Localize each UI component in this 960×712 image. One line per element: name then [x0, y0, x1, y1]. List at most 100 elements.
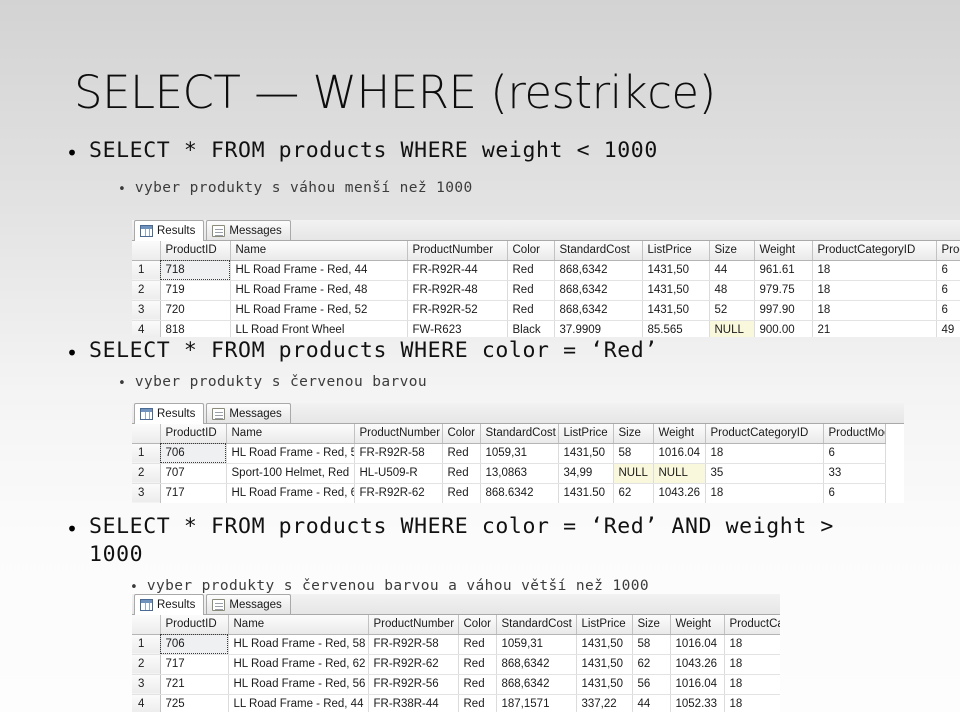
table-cell[interactable]: 900.00: [754, 320, 813, 337]
table-cell[interactable]: Red: [442, 463, 481, 484]
column-header[interactable]: Size: [709, 241, 755, 261]
column-header[interactable]: ProductID: [160, 615, 229, 635]
table-cell[interactable]: 1431,50: [558, 443, 614, 464]
table-cell[interactable]: 868,6342: [496, 654, 577, 675]
table-cell[interactable]: Red: [458, 694, 497, 712]
row-number[interactable]: 4: [132, 320, 161, 337]
table-cell[interactable]: 706: [160, 634, 229, 655]
table-cell[interactable]: 1431,50: [642, 280, 710, 301]
tab-messages[interactable]: Messages: [206, 403, 291, 423]
table-cell[interactable]: FR-R92R-62: [368, 654, 459, 675]
results-tabs-2[interactable]: Results Messages: [132, 403, 904, 424]
table-body[interactable]: 1 706 HL Road Frame - Red, 58 FR-R92R-58 Red…: [132, 443, 886, 503]
table-cell[interactable]: 6: [936, 280, 960, 301]
table-cell[interactable]: Red: [442, 443, 481, 464]
table-body[interactable]: 1 718 HL Road Frame - Red, 44 FR-R92R-44 Red…: [132, 260, 960, 337]
column-header[interactable]: ListPrice: [576, 615, 633, 635]
column-header[interactable]: Size: [613, 424, 654, 444]
table-cell[interactable]: 1016.04: [670, 634, 725, 655]
column-header[interactable]: [132, 615, 161, 635]
table-cell[interactable]: 719: [160, 280, 231, 301]
results-pane-3[interactable]: Results Messages ProductID Name ProductNum…: [132, 594, 780, 712]
table-body[interactable]: 1 706 HL Road Frame - Red, 58 FR-R92R-58 Red…: [132, 634, 780, 712]
table-cell[interactable]: Black: [507, 320, 555, 337]
table-cell[interactable]: LL Road Frame - Red, 44: [228, 694, 369, 712]
table-row[interactable]: 2 719 HL Road Frame - Red, 48 FR-R92R-48 Red…: [132, 280, 960, 301]
table-cell[interactable]: 44: [709, 260, 755, 281]
table-row[interactable]: 1 718 HL Road Frame - Red, 44 FR-R92R-44 Red…: [132, 260, 960, 281]
table-cell[interactable]: 961.61: [754, 260, 813, 281]
table-cell[interactable]: 1431,50: [642, 260, 710, 281]
row-number[interactable]: 2: [132, 280, 161, 301]
table-cell[interactable]: 85.565: [642, 320, 710, 337]
table-cell[interactable]: HL Road Frame - Red, 56: [228, 674, 369, 695]
table-cell[interactable]: 1431,50: [642, 300, 710, 321]
table-cell[interactable]: 44: [632, 694, 671, 712]
table-cell[interactable]: 62: [613, 483, 654, 503]
table-cell[interactable]: 1431.50: [558, 483, 614, 503]
table-cell[interactable]: FR-R92R-44: [407, 260, 508, 281]
tab-messages[interactable]: Messages: [206, 220, 291, 240]
grid-2[interactable]: ProductID Name ProductNumber Color StandardC…: [132, 424, 904, 503]
table-cell[interactable]: 18: [812, 260, 937, 281]
column-header[interactable]: Size: [632, 615, 671, 635]
table-cell[interactable]: Red: [507, 300, 555, 321]
table-cell[interactable]: 35: [705, 463, 824, 484]
column-header[interactable]: Name: [230, 241, 408, 261]
table-cell[interactable]: 717: [160, 654, 229, 675]
table-cell[interactable]: 48: [709, 280, 755, 301]
tab-results[interactable]: Results: [134, 220, 205, 241]
table-cell[interactable]: 62: [632, 654, 671, 675]
column-header[interactable]: ListPrice: [558, 424, 614, 444]
grid-3[interactable]: ProductID Name ProductNumber Color StandardC…: [132, 615, 780, 712]
row-number[interactable]: 1: [132, 634, 161, 655]
table-cell[interactable]: 1043.26: [670, 654, 725, 675]
table-cell[interactable]: NULL: [653, 463, 706, 484]
column-header[interactable]: ProductCategoryID: [812, 241, 937, 261]
column-header[interactable]: Name: [226, 424, 355, 444]
column-header[interactable]: Name: [228, 615, 369, 635]
table-cell[interactable]: 720: [160, 300, 231, 321]
table-cell[interactable]: 6: [823, 483, 886, 503]
table-cell[interactable]: 33: [823, 463, 886, 484]
table-cell[interactable]: 707: [160, 463, 227, 484]
table-cell[interactable]: 1431,50: [576, 674, 633, 695]
tab-messages[interactable]: Messages: [206, 594, 291, 614]
table-cell[interactable]: 56: [632, 674, 671, 695]
table-cell[interactable]: HL Road Frame - Red, 52: [230, 300, 408, 321]
row-number[interactable]: 3: [132, 483, 161, 503]
table-cell[interactable]: Red: [458, 634, 497, 655]
column-header[interactable]: ProductModelI: [823, 424, 886, 444]
table-cell[interactable]: 717: [160, 483, 227, 503]
table-cell[interactable]: 725: [160, 694, 229, 712]
column-header[interactable]: ProductNumber: [407, 241, 508, 261]
table-cell[interactable]: FR-R92R-62: [354, 483, 443, 503]
table-row[interactable]: 2 707 Sport-100 Helmet, Red HL-U509-R Red 13,…: [132, 463, 886, 484]
table-cell[interactable]: 34,99: [558, 463, 614, 484]
column-header[interactable]: ProductNumber: [368, 615, 459, 635]
table-cell[interactable]: Red: [442, 483, 481, 503]
table-cell[interactable]: Red: [507, 260, 555, 281]
table-cell[interactable]: 18: [705, 483, 824, 503]
column-header[interactable]: ProductID: [160, 424, 227, 444]
table-cell[interactable]: FR-R92R-56: [368, 674, 459, 695]
row-number[interactable]: 2: [132, 654, 161, 675]
table-cell[interactable]: HL-U509-R: [354, 463, 443, 484]
table-cell[interactable]: 1052.33: [670, 694, 725, 712]
column-header[interactable]: Weight: [754, 241, 813, 261]
table-cell[interactable]: 337,22: [576, 694, 633, 712]
table-cell[interactable]: NULL: [709, 320, 755, 337]
table-cell[interactable]: 18: [812, 300, 937, 321]
table-cell[interactable]: 18: [724, 654, 780, 675]
column-header[interactable]: StandardCost: [496, 615, 577, 635]
column-header[interactable]: Color: [507, 241, 555, 261]
table-cell[interactable]: 18: [812, 280, 937, 301]
results-tabs-3[interactable]: Results Messages: [132, 594, 780, 615]
row-number[interactable]: 4: [132, 694, 161, 712]
table-cell[interactable]: 818: [160, 320, 231, 337]
results-tabs-1[interactable]: Results Messages: [132, 220, 960, 241]
table-row[interactable]: 4 725 LL Road Frame - Red, 44 FR-R38R-44 Red…: [132, 694, 780, 712]
table-row[interactable]: 3 717 HL Road Frame - Red, 62 FR-R92R-62 Red…: [132, 483, 886, 503]
table-cell[interactable]: Red: [458, 654, 497, 675]
table-row[interactable]: 1 706 HL Road Frame - Red, 58 FR-R92R-58 Red…: [132, 443, 886, 464]
